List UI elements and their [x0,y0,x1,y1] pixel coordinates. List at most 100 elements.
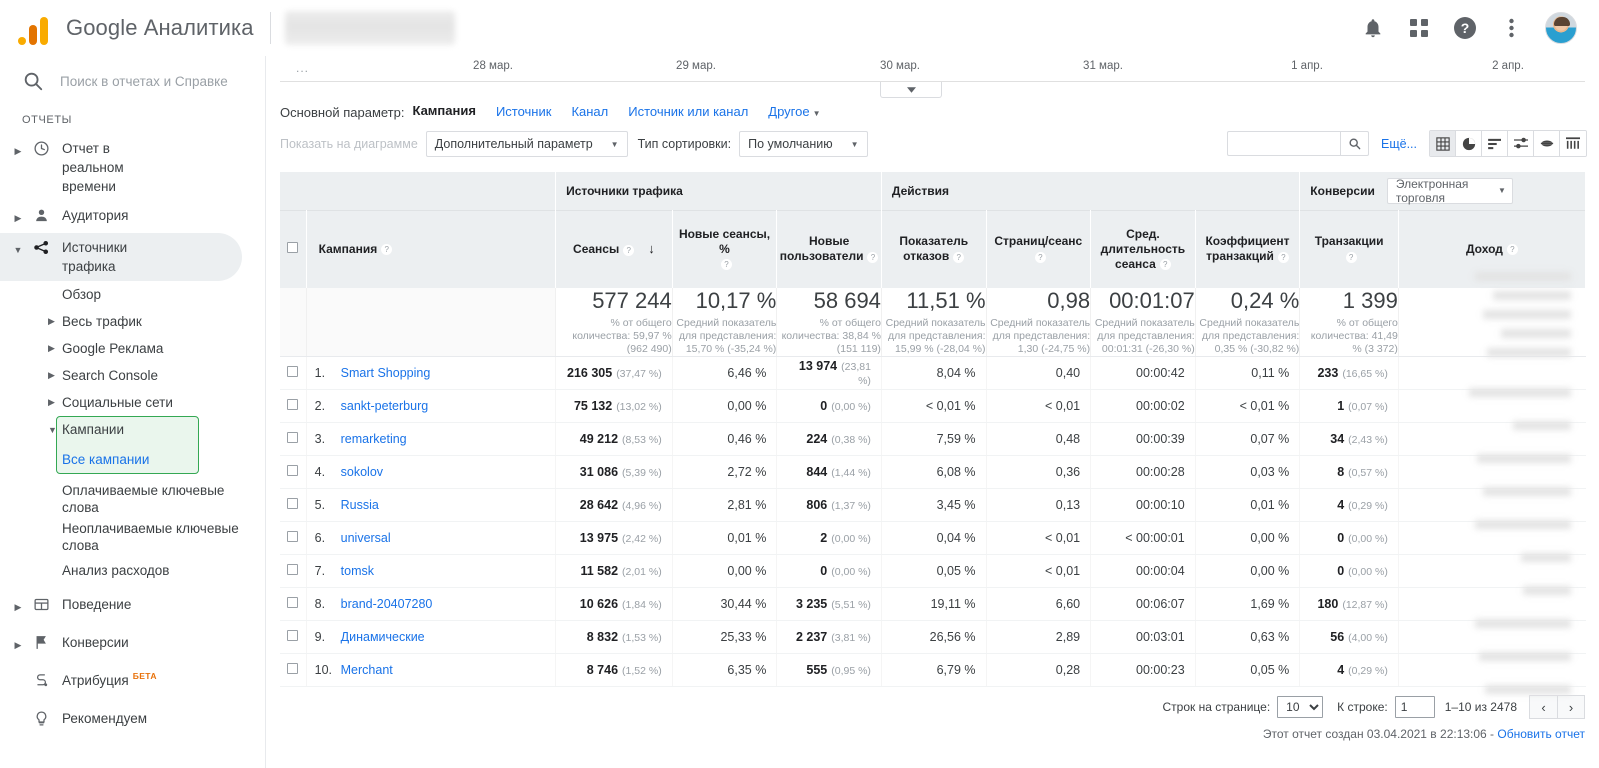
dimension-tab-source-medium[interactable]: Источник или канал [628,104,748,121]
help-icon[interactable]: ? [721,259,732,270]
sidebar-item-audience[interactable]: ▶ Аудитория [0,201,265,233]
rows-per-page-select[interactable]: 10 [1277,696,1323,718]
row-checkbox-cell[interactable] [280,588,306,621]
table-row[interactable]: 3.remarketing 49 212(8,53 %) 0,46 % 224(… [280,423,1586,456]
row-checkbox-cell[interactable] [280,423,306,456]
row-checkbox-cell[interactable] [280,555,306,588]
row-checkbox-cell[interactable] [280,621,306,654]
row-checkbox-cell[interactable] [280,390,306,423]
row-checkbox[interactable] [287,663,298,674]
col-revenue[interactable]: Доход? [1398,210,1585,288]
help-icon[interactable]: ? [953,252,964,263]
col-transactions[interactable]: Транзакции? [1300,210,1399,288]
col-transaction-rate[interactable]: Коэффициент транзакций? [1195,210,1300,288]
help-icon[interactable]: ? [867,252,878,263]
next-page-button[interactable]: › [1557,695,1585,719]
row-checkbox[interactable] [287,465,298,476]
term-cloud-icon[interactable] [1534,131,1560,156]
more-vert-icon[interactable] [1499,16,1523,40]
row-checkbox[interactable] [287,564,298,575]
row-checkbox-cell[interactable] [280,654,306,687]
col-new-users[interactable]: Новые пользователи? [777,210,882,288]
avatar[interactable] [1545,12,1577,44]
row-campaign-link[interactable]: remarketing [341,432,407,446]
sidebar-item-search-console[interactable]: ▶ Search Console [0,362,265,389]
goto-row-input[interactable] [1395,696,1435,718]
help-icon[interactable]: ? [1453,16,1477,40]
row-checkbox-cell[interactable] [280,489,306,522]
table-row[interactable]: 5.Russia 28 642(4,96 %) 2,81 % 806(1,37 … [280,489,1586,522]
row-campaign-link[interactable]: sokolov [341,465,383,479]
help-icon[interactable]: ? [381,244,392,255]
sidebar-search[interactable] [0,56,265,106]
property-selector-redacted[interactable] [285,11,455,45]
col-new-sessions-pct[interactable]: Новые сеансы, %? [672,210,777,288]
help-icon[interactable]: ? [1035,252,1046,263]
sort-desc-icon[interactable]: ↓ [648,241,655,256]
table-row[interactable]: 1.Smart Shopping 216 305(37,47 %) 6,46 %… [280,357,1586,390]
table-row[interactable]: 4.sokolov 31 086(5,39 %) 2,72 % 844(1,44… [280,456,1586,489]
row-campaign-link[interactable]: sankt-peterburg [341,399,429,413]
more-options-link[interactable]: Ещё... [1381,137,1417,151]
secondary-dimension-select[interactable]: Дополнительный параметр▼ [426,131,628,157]
sidebar-item-social[interactable]: ▶ Социальные сети [0,389,265,416]
row-campaign-link[interactable]: Russia [341,498,379,512]
table-row[interactable]: 2.sankt-peterburg 75 132(13,02 %) 0,00 %… [280,390,1586,423]
apps-grid-icon[interactable] [1407,16,1431,40]
row-checkbox-cell[interactable] [280,357,306,390]
sidebar-item-overview[interactable]: Обзор [0,281,265,308]
sidebar-item-all-campaigns[interactable]: Все кампании [0,446,210,473]
table-view-icon[interactable] [1430,131,1456,156]
row-checkbox[interactable] [287,366,298,377]
performance-view-icon[interactable] [1482,131,1508,156]
sidebar-item-acquisition[interactable]: ▼ Источники трафика [0,233,242,281]
help-icon[interactable]: ? [1160,259,1171,270]
sidebar-item-recommendations[interactable]: Рекомендуем [0,704,265,734]
row-campaign-link[interactable]: Smart Shopping [341,366,431,380]
table-row[interactable]: 10.Merchant 8 746(1,52 %) 6,35 % 555(0,9… [280,654,1586,687]
help-icon[interactable]: ? [1346,252,1357,263]
row-checkbox[interactable] [287,531,298,542]
col-pages-per-session[interactable]: Страниц/сеанс? [986,210,1091,288]
sidebar-item-google-ads[interactable]: ▶ Google Реклама [0,335,265,362]
search-icon[interactable] [1340,131,1368,156]
row-checkbox[interactable] [287,597,298,608]
sidebar-item-attribution[interactable]: Атрибуция БЕТА [0,666,265,696]
collapse-chart-handle[interactable] [880,82,942,98]
dimension-tab-medium[interactable]: Канал [571,104,608,121]
select-all-checkbox[interactable] [287,242,298,253]
table-row[interactable]: 6.universal 13 975(2,42 %) 0,01 % 2(0,00… [280,522,1586,555]
refresh-report-link[interactable]: Обновить отчет [1497,727,1585,741]
pie-view-icon[interactable] [1456,131,1482,156]
row-campaign-link[interactable]: Merchant [341,663,393,677]
row-campaign-link[interactable]: brand-20407280 [341,597,433,611]
sidebar-item-cost-analysis[interactable]: Анализ расходов [0,556,265,582]
search-input[interactable] [60,74,240,89]
sidebar-item-all-traffic[interactable]: ▶ Весь трафик [0,308,265,335]
row-checkbox-cell[interactable] [280,456,306,489]
sidebar-item-campaigns[interactable]: ▼ Кампании [0,416,210,443]
sidebar-item-organic-keywords[interactable]: Неоплачиваемые ключевые слова [0,518,265,556]
dimension-tab-campaign[interactable]: Кампания [412,103,475,122]
table-row[interactable]: 9.Динамические 8 832(1,53 %) 25,33 % 2 2… [280,621,1586,654]
help-icon[interactable]: ? [623,245,634,256]
row-checkbox[interactable] [287,630,298,641]
table-search-box[interactable] [1227,131,1369,156]
table-row[interactable]: 8.brand-20407280 10 626(1,84 %) 30,44 % … [280,588,1586,621]
table-row[interactable]: 7.tomsk 11 582(2,01 %) 0,00 % 0(0,00 %) … [280,555,1586,588]
bell-icon[interactable] [1361,16,1385,40]
row-checkbox[interactable] [287,432,298,443]
pivot-view-icon[interactable] [1560,131,1586,156]
sidebar-item-paid-keywords[interactable]: Оплачиваемые ключевые слова [0,478,265,518]
help-icon[interactable]: ? [1278,252,1289,263]
sidebar-item-realtime[interactable]: ▶ Отчет в реальном времени [0,134,265,201]
col-avg-session-duration[interactable]: Сред. длительность сеанса? [1091,210,1196,288]
dimension-tab-other[interactable]: Другое▼ [768,104,820,121]
sort-type-select[interactable]: По умолчанию▼ [739,131,867,157]
prev-page-button[interactable]: ‹ [1529,695,1557,719]
row-checkbox-cell[interactable] [280,522,306,555]
row-checkbox[interactable] [287,399,298,410]
row-campaign-link[interactable]: tomsk [341,564,374,578]
col-sessions[interactable]: Сеансы?↓ [556,210,673,288]
help-icon[interactable]: ? [1507,244,1518,255]
